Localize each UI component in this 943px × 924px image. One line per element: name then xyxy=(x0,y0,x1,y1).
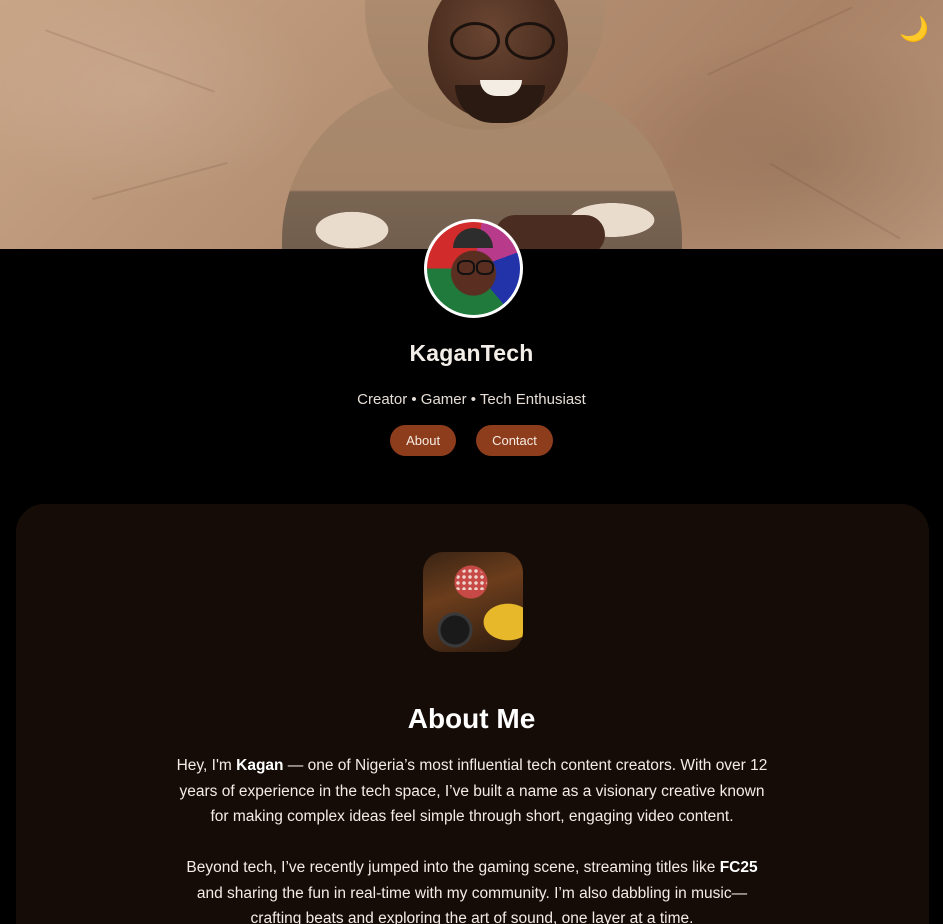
about-paragraph-2: Beyond tech, I’ve recently jumped into t… xyxy=(172,855,772,924)
about-p2-rest: and sharing the fun in real-time with my… xyxy=(196,884,748,924)
banner-texture xyxy=(45,29,215,93)
banner-texture xyxy=(92,161,228,201)
moon-icon: 🌙 xyxy=(899,15,929,43)
contact-button[interactable]: Contact xyxy=(476,425,553,456)
about-photo xyxy=(423,552,523,652)
avatar-glasses xyxy=(457,260,475,275)
about-button[interactable]: About xyxy=(390,425,457,456)
banner-texture xyxy=(707,6,853,76)
banner-glasses xyxy=(505,22,555,60)
banner-glasses xyxy=(450,22,500,60)
banner-texture xyxy=(769,162,901,240)
profile-name: KaganTech xyxy=(409,340,534,366)
about-title: About Me xyxy=(407,703,536,734)
hero-banner-image xyxy=(0,0,943,249)
about-p1-lead: Hey, I'm xyxy=(176,757,237,774)
profile-nav: About Contact xyxy=(0,425,943,456)
theme-toggle-button[interactable]: 🌙 xyxy=(899,14,929,44)
about-p2-lead: Beyond tech, I’ve recently jumped into t… xyxy=(186,859,720,876)
profile-tagline: Creator • Gamer • Tech Enthusiast xyxy=(357,391,586,408)
page: 🌙 KaganTech Creator • Gamer • Tech Enthu… xyxy=(0,0,943,924)
avatar xyxy=(424,219,523,318)
avatar-cap xyxy=(453,228,493,248)
about-p2-game: FC25 xyxy=(719,859,758,876)
about-photo-hat xyxy=(455,568,487,590)
about-paragraph-1: Hey, I'm Kagan — one of Nigeria’s most i… xyxy=(172,753,772,830)
avatar-glasses xyxy=(476,260,494,275)
about-p1-name: Kagan xyxy=(236,757,284,774)
